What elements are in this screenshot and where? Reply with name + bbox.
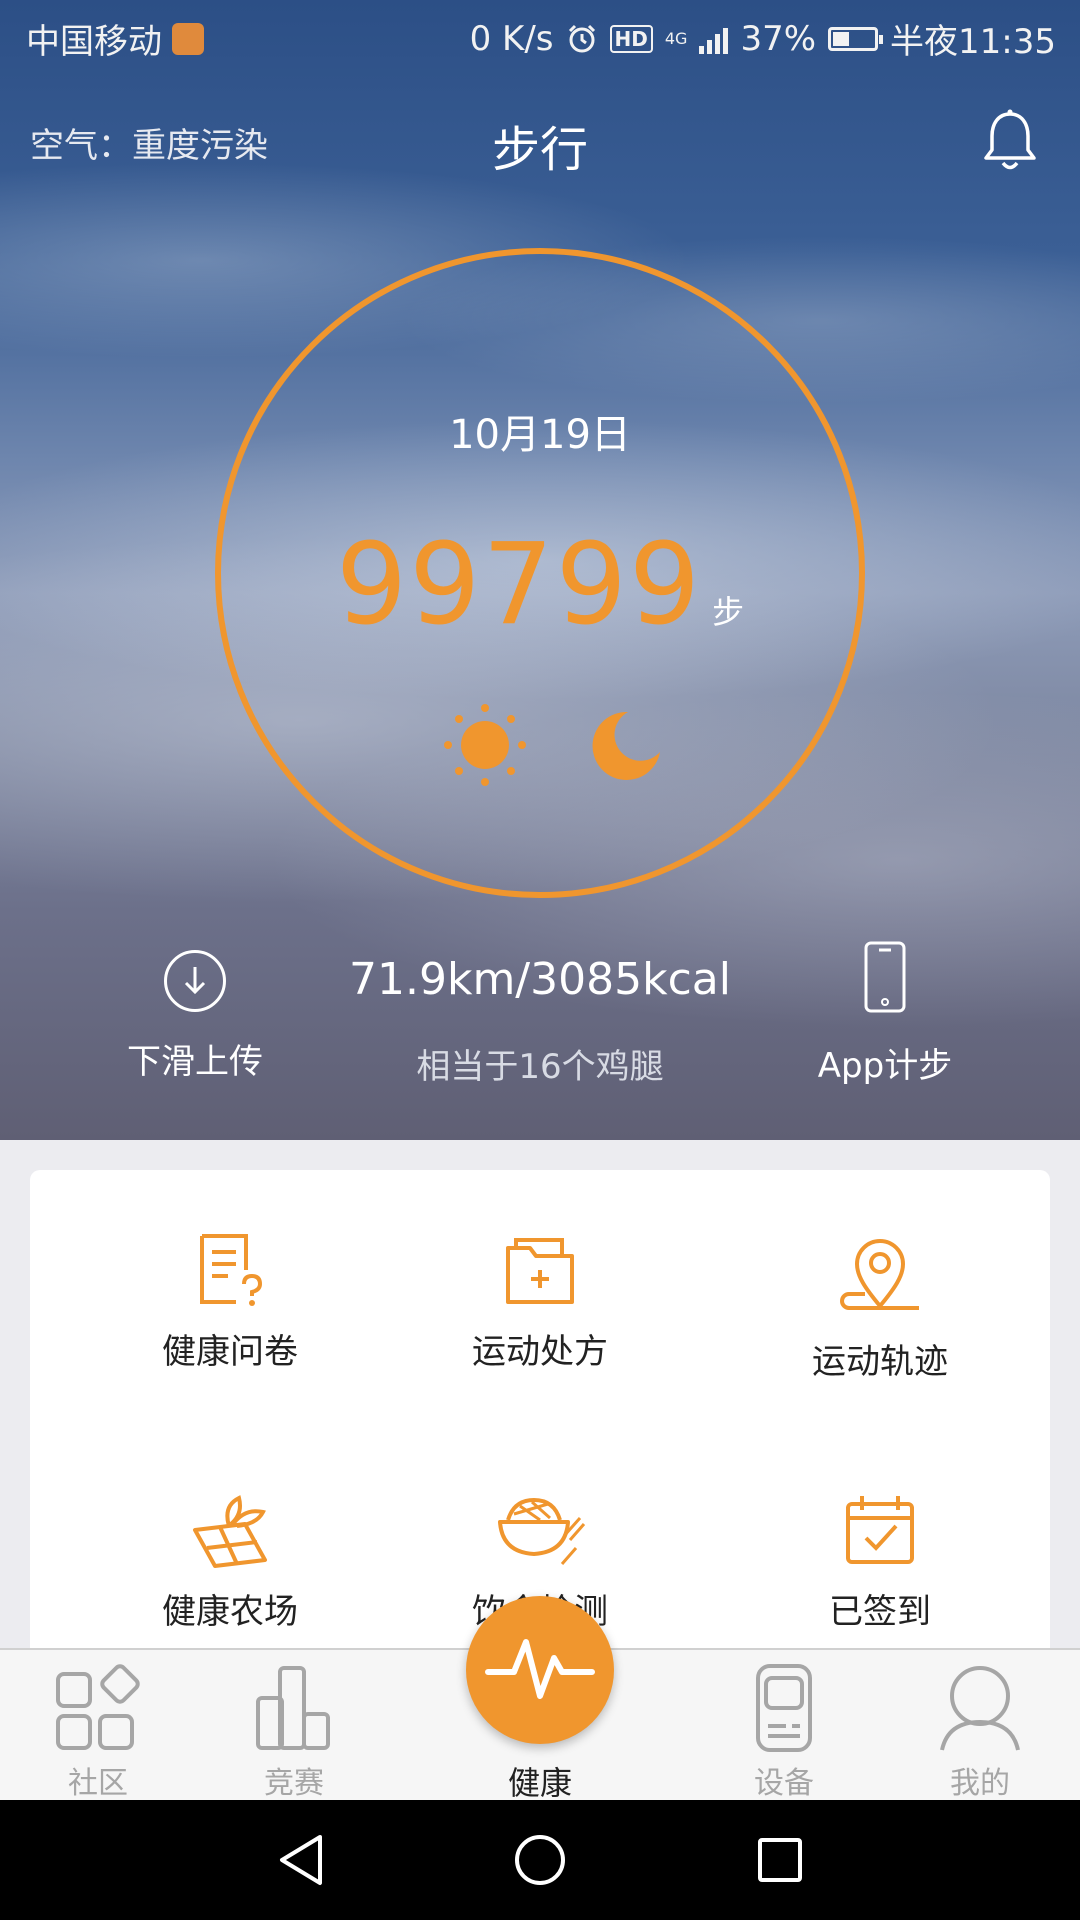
questionnaire-icon — [200, 1234, 263, 1306]
calendar-check-icon — [846, 1496, 914, 1564]
app-steps-label: App计步 — [817, 1046, 953, 1086]
feature-label: 健康问卷 — [162, 1332, 298, 1372]
competition-icon — [256, 1666, 330, 1750]
step-unit: 步 — [712, 593, 745, 631]
carrier-app-icon — [172, 22, 204, 55]
feature-exercise-track[interactable]: 运动轨迹 — [710, 1230, 1050, 1383]
swipe-upload[interactable]: 下滑上传 — [95, 950, 295, 1083]
tab-device[interactable]: 设备 — [704, 1662, 864, 1802]
tab-label: 竞赛 — [264, 1766, 324, 1801]
battery-percent: 37% — [740, 18, 817, 59]
alarm-icon — [568, 24, 595, 52]
tab-label: 社区 — [68, 1766, 128, 1801]
feature-health-farm[interactable]: 健康农场 — [60, 1490, 400, 1633]
phone-icon — [864, 941, 906, 1013]
recents-icon[interactable] — [756, 1836, 804, 1884]
feature-grid: 健康问卷 运动处方 运动轨迹 健康农场 已签到 — [30, 1170, 1050, 1670]
bell-icon[interactable] — [980, 108, 1040, 174]
tab-health-button[interactable] — [466, 1596, 614, 1744]
battery-icon — [828, 26, 884, 51]
profile-icon — [940, 1666, 1020, 1751]
tab-profile[interactable]: 我的 — [900, 1662, 1060, 1802]
sun-icon[interactable] — [440, 700, 530, 790]
tab-label: 设备 — [754, 1766, 814, 1801]
prescription-folder-icon — [506, 1238, 574, 1304]
feature-label: 健康农场 — [162, 1592, 298, 1632]
moon-icon[interactable] — [588, 708, 664, 784]
clock: 半夜11:35 — [890, 22, 1056, 62]
hero-panel: 中国移动 0 K/s HD 4G 37% 半夜11:35 空气：重度污染 步行 … — [0, 0, 1080, 1140]
back-icon[interactable] — [276, 1833, 326, 1887]
download-arrow-icon — [164, 950, 226, 1012]
feature-label: 已签到 — [829, 1592, 931, 1632]
location-track-icon — [840, 1239, 919, 1310]
network-type: 4G — [664, 29, 688, 48]
calorie-equivalent: 相当于16个鸡腿 — [416, 1047, 664, 1087]
carrier-name: 中国移动 — [26, 22, 162, 62]
community-icon — [56, 1664, 140, 1750]
page-title: 步行 — [491, 122, 588, 178]
device-icon — [756, 1664, 812, 1752]
system-nav-bar — [0, 1800, 1080, 1920]
farm-sprout-icon — [193, 1495, 267, 1568]
home-icon[interactable] — [513, 1833, 567, 1887]
tab-competition[interactable]: 竞赛 — [214, 1662, 374, 1802]
network-speed: 0 K/s — [469, 18, 554, 59]
feature-label: 运动轨迹 — [812, 1342, 948, 1382]
signal-icon — [699, 24, 729, 54]
feature-checked-in[interactable]: 已签到 — [710, 1490, 1050, 1633]
activity-summary: 71.9km/3085kcal 相当于16个鸡腿 — [300, 950, 780, 1088]
tab-health-label[interactable]: 健康 — [440, 1758, 640, 1804]
heartbeat-icon — [485, 1639, 595, 1699]
step-count: 99799 — [335, 520, 703, 650]
hd-badge: HD — [609, 24, 653, 53]
feature-label: 运动处方 — [472, 1332, 608, 1372]
app-step-counter[interactable]: App计步 — [785, 940, 985, 1087]
tab-label: 我的 — [950, 1766, 1010, 1801]
step-date: 10月19日 — [449, 412, 631, 458]
tab-community[interactable]: 社区 — [18, 1662, 178, 1802]
feature-health-questionnaire[interactable]: 健康问卷 — [60, 1230, 400, 1373]
distance-calories: 71.9km/3085kcal — [349, 954, 731, 1005]
step-count-display[interactable]: 99799 步 — [0, 525, 1080, 672]
status-bar: 中国移动 0 K/s HD 4G 37% 半夜11:35 — [0, 0, 1080, 74]
food-bowl-icon — [498, 1497, 586, 1565]
feature-exercise-prescription[interactable]: 运动处方 — [370, 1230, 710, 1373]
swipe-upload-label: 下滑上传 — [127, 1042, 263, 1082]
